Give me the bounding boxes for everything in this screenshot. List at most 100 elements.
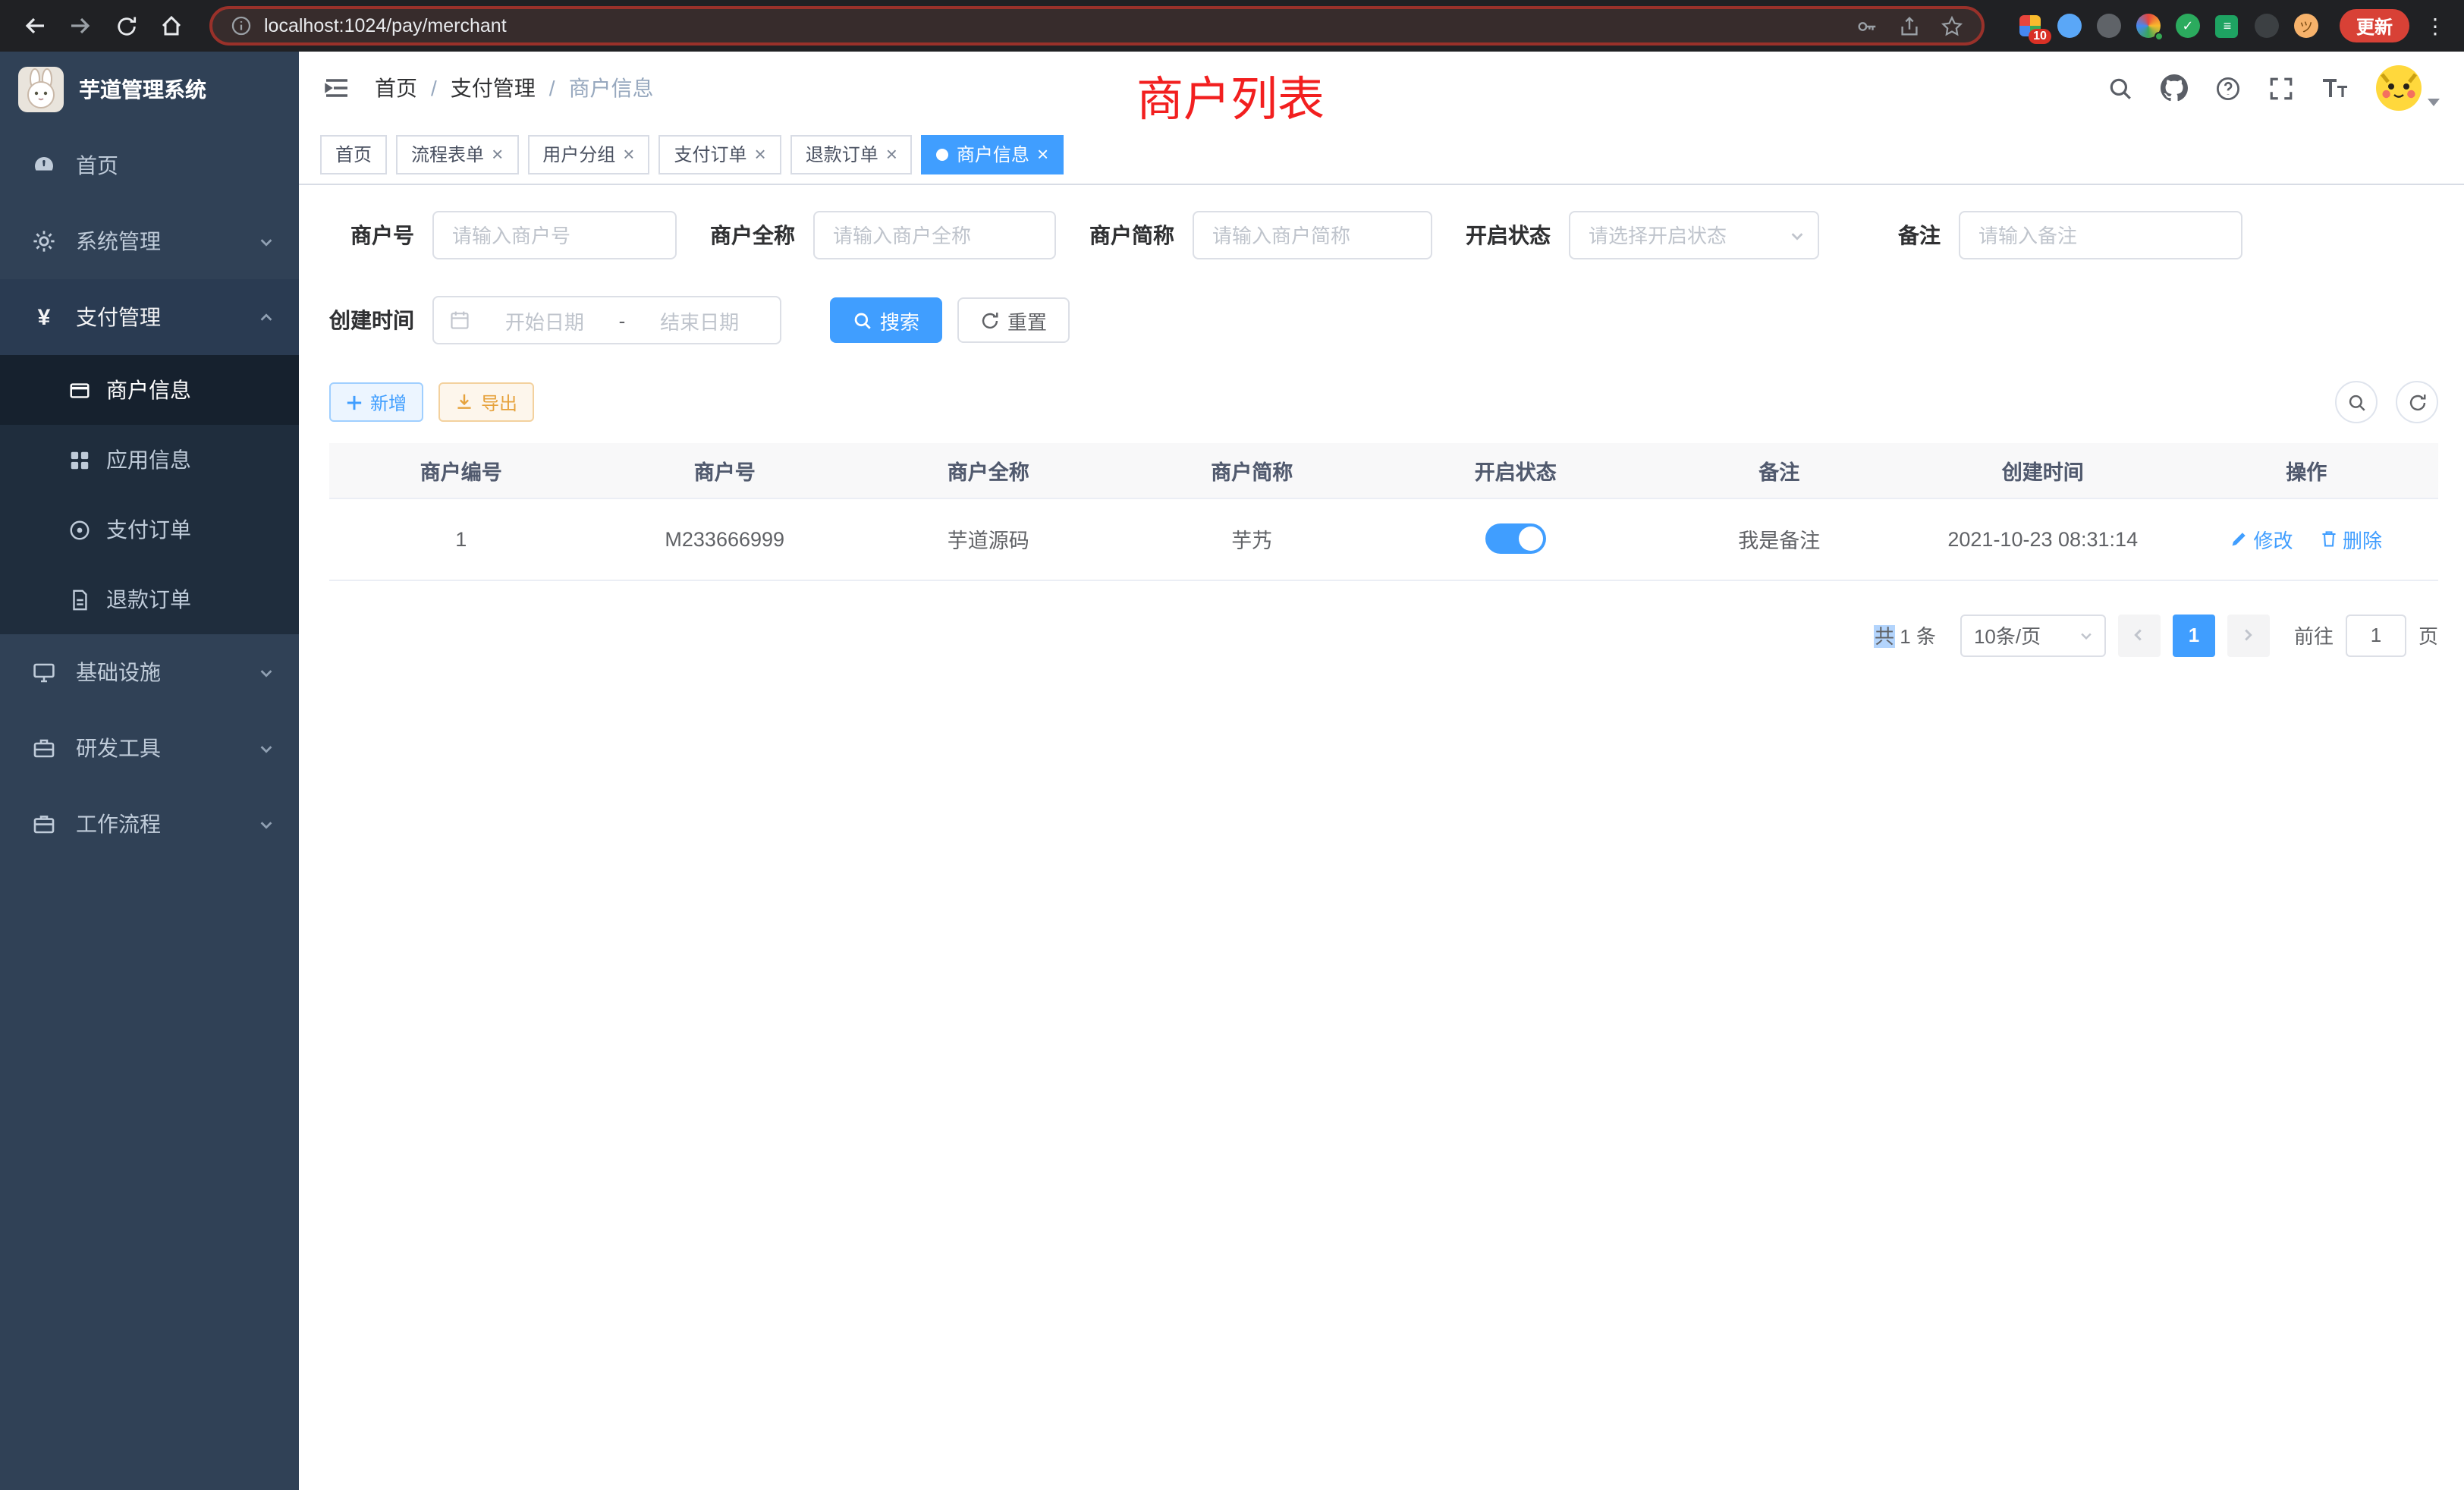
delete-link[interactable]: 删除 — [2320, 524, 2382, 553]
extensions-puzzle-icon[interactable]: 10 — [2018, 14, 2042, 38]
edit-link[interactable]: 修改 — [2230, 524, 2293, 553]
share-icon[interactable] — [1898, 14, 1921, 37]
sidebar-item-label: 系统管理 — [76, 226, 161, 256]
browser-update-button[interactable]: 更新 — [2340, 9, 2409, 42]
sidebar-item-workflow[interactable]: 工作流程 — [0, 786, 299, 862]
search-icon[interactable] — [2107, 75, 2133, 101]
tab-home[interactable]: 首页 — [320, 134, 387, 174]
browser-home-button[interactable] — [152, 6, 191, 46]
page-suffix-label: 页 — [2418, 621, 2438, 649]
tab-user-group[interactable]: 用户分组 × — [527, 134, 649, 174]
annotation-overlay: 商户列表 — [1136, 61, 1325, 129]
close-icon[interactable]: × — [623, 144, 634, 164]
page-size-select[interactable]: 10条/页 — [1960, 614, 2106, 656]
github-icon[interactable] — [2161, 74, 2188, 102]
reset-button[interactable]: 重置 — [957, 297, 1070, 343]
start-date-placeholder[interactable]: 开始日期 — [479, 306, 610, 335]
font-size-icon[interactable] — [2321, 76, 2349, 100]
tab-label: 退款订单 — [806, 141, 878, 167]
show-search-toggle-button[interactable] — [2335, 381, 2378, 423]
add-button[interactable]: 新增 — [329, 382, 423, 422]
bookmark-star-icon[interactable] — [1941, 14, 1963, 37]
tab-merchant-info[interactable]: 商户信息 × — [922, 134, 1064, 174]
url-text[interactable]: localhost:1024/pay/merchant — [264, 15, 507, 36]
close-icon[interactable]: × — [492, 144, 503, 164]
filter-merchant-no: 商户号 — [329, 211, 677, 259]
close-icon[interactable]: × — [886, 144, 897, 164]
sidebar-item-payment-orders[interactable]: 支付订单 — [0, 495, 299, 564]
sidebar-item-home[interactable]: 首页 — [0, 127, 299, 203]
refresh-table-button[interactable] — [2396, 381, 2438, 423]
sidebar-item-refund-orders[interactable]: 退款订单 — [0, 564, 299, 634]
next-page-button[interactable] — [2227, 614, 2270, 656]
tab-payment-orders[interactable]: 支付订单 × — [658, 134, 781, 174]
cell-merchant-id: 1 — [329, 498, 593, 580]
cell-remark: 我是备注 — [1648, 498, 1912, 580]
remark-label: 备注 — [1898, 220, 1941, 250]
end-date-placeholder[interactable]: 结束日期 — [634, 306, 765, 335]
dashboard-icon — [30, 153, 58, 178]
merchant-no-input[interactable] — [432, 211, 677, 259]
extension-gray-icon[interactable] — [2097, 14, 2121, 38]
col-create-time: 创建时间 — [1911, 443, 2175, 498]
extension-green-note-icon[interactable]: ≡ — [2215, 14, 2239, 38]
sidebar-logo[interactable]: 芋道管理系统 — [0, 52, 299, 127]
merchant-table: 商户编号 商户号 商户全称 商户简称 开启状态 备注 创建时间 操作 1 — [329, 443, 2438, 580]
close-icon[interactable]: × — [755, 144, 766, 164]
password-key-icon[interactable] — [1856, 14, 1878, 37]
status-select[interactable] — [1569, 211, 1819, 259]
page-number-button[interactable]: 1 — [2173, 614, 2215, 656]
user-avatar[interactable] — [2376, 65, 2440, 111]
site-info-icon[interactable] — [231, 15, 252, 36]
sidebar-item-app-info[interactable]: 应用信息 — [0, 425, 299, 495]
sidebar-item-merchant-info[interactable]: 商户信息 — [0, 355, 299, 425]
filter-row-1: 商户号 商户全称 商户简称 开启状态 — [329, 211, 2438, 259]
remark-input[interactable] — [1959, 211, 2242, 259]
chevron-down-icon — [2079, 627, 2094, 643]
sidebar-item-payment[interactable]: ¥ 支付管理 — [0, 279, 299, 355]
sidebar-item-dev-tools[interactable]: 研发工具 — [0, 710, 299, 786]
status-select-input[interactable] — [1569, 211, 1819, 259]
tab-process-form[interactable]: 流程表单 × — [396, 134, 518, 174]
cell-merchant-no: M233666999 — [593, 498, 857, 580]
col-merchant-id: 商户编号 — [329, 443, 593, 498]
sidebar-item-infrastructure[interactable]: 基础设施 — [0, 634, 299, 710]
reset-button-label: 重置 — [1007, 306, 1047, 335]
browser-forward-button[interactable] — [61, 6, 100, 46]
short-name-input[interactable] — [1193, 211, 1432, 259]
extension-green-check-icon[interactable]: ✓ — [2176, 14, 2200, 38]
viewport: localhost:1024/pay/merchant 10 — [0, 0, 2464, 1490]
table-row: 1 M233666999 芋道源码 芋艿 我是备注 2021-10-23 08:… — [329, 498, 2438, 580]
search-button[interactable]: 搜索 — [830, 297, 942, 343]
prev-page-button[interactable] — [2118, 614, 2161, 656]
main-area: 商户列表 首页 / 支付管理 / 商户信息 — [299, 52, 2464, 1490]
browser-back-button[interactable] — [15, 6, 55, 46]
goto-page-input[interactable] — [2346, 614, 2406, 656]
breadcrumb-item-home[interactable]: 首页 — [375, 73, 417, 103]
create-time-label: 创建时间 — [329, 305, 414, 335]
app-title: 芋道管理系统 — [79, 74, 206, 105]
close-icon[interactable]: × — [1037, 144, 1048, 164]
extension-dark-pin-icon[interactable] — [2255, 14, 2279, 38]
add-button-label: 新增 — [370, 389, 407, 415]
extension-drop-icon[interactable] — [2057, 14, 2082, 38]
status-toggle[interactable] — [1485, 523, 1546, 554]
logo-rabbit-avatar — [18, 67, 64, 112]
delete-label: 删除 — [2343, 524, 2382, 553]
chevron-down-icon — [258, 664, 275, 681]
date-range-picker[interactable]: 开始日期 - 结束日期 — [432, 296, 781, 344]
sidebar-item-system[interactable]: 系统管理 — [0, 203, 299, 279]
tab-refund-orders[interactable]: 退款订单 × — [790, 134, 913, 174]
browser-menu-icon[interactable]: ⋮ — [2422, 13, 2449, 39]
extension-rainbow-icon[interactable] — [2136, 14, 2161, 38]
breadcrumb-item-payment[interactable]: 支付管理 — [451, 73, 536, 103]
address-bar[interactable]: localhost:1024/pay/merchant — [209, 6, 1985, 46]
extension-face-icon[interactable]: ツ — [2294, 14, 2318, 38]
export-button[interactable]: 导出 — [438, 382, 534, 422]
sidebar-item-label: 工作流程 — [76, 809, 161, 839]
full-name-input[interactable] — [813, 211, 1056, 259]
help-icon[interactable] — [2215, 75, 2241, 101]
fullscreen-icon[interactable] — [2268, 75, 2294, 101]
browser-refresh-button[interactable] — [106, 6, 146, 46]
hamburger-icon[interactable] — [323, 74, 350, 102]
